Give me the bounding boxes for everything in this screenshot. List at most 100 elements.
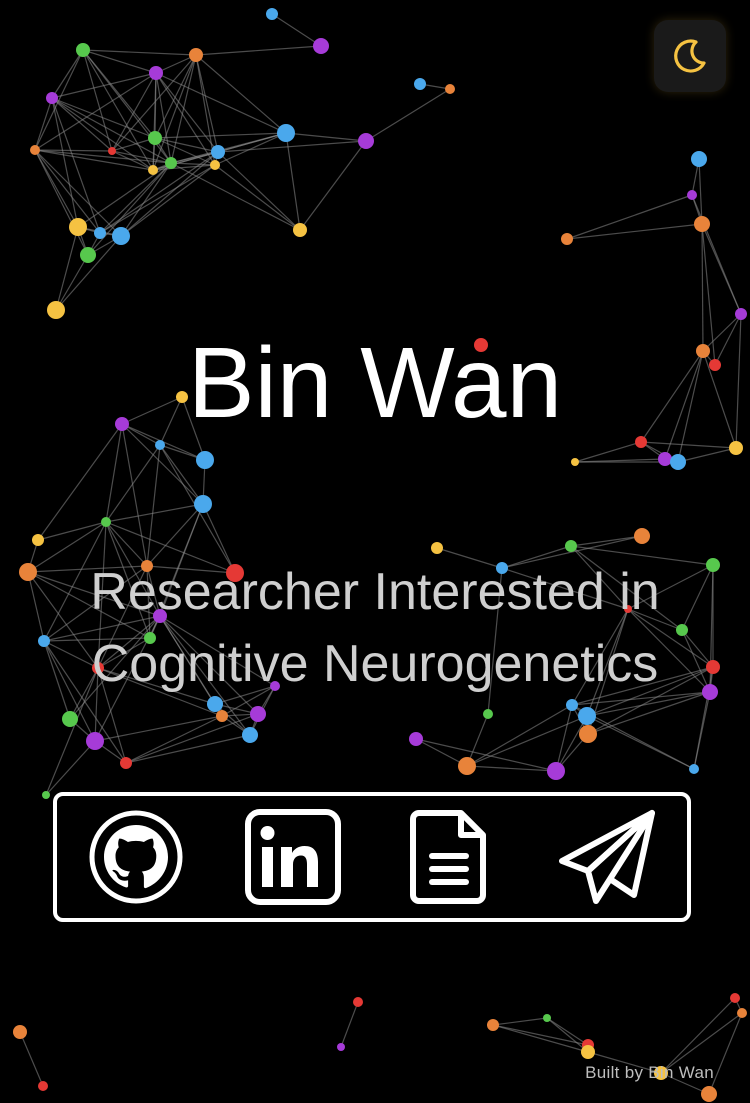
network-node [80,247,96,263]
network-node [86,732,104,750]
network-node [196,451,214,469]
network-edge [415,738,557,772]
network-node [216,710,228,722]
network-edge [195,45,322,56]
network-edge [51,97,156,139]
network-node [571,458,579,466]
page-title: Bin Wan [187,327,563,439]
github-icon [89,810,183,904]
network-node [189,48,203,62]
network-node [165,157,177,169]
document-icon [409,810,486,904]
network-edge [299,140,367,231]
network-edge [271,13,322,47]
network-edge [492,1024,589,1053]
network-edge [214,164,301,231]
network-node [148,165,158,175]
network-node [46,92,58,104]
network-node [13,1025,27,1039]
network-node [701,1086,717,1102]
network-edge [492,1017,548,1026]
network-node [414,78,426,90]
network-edge [51,97,101,234]
network-node [687,190,697,200]
neural-network-background [13,8,747,1102]
contact-link[interactable] [558,807,658,907]
network-node [30,145,40,155]
network-edge [94,715,223,742]
network-node [69,218,87,236]
network-edge [51,97,154,171]
network-edge [55,254,89,311]
network-node [32,534,44,546]
network-edge [285,132,367,142]
network-node [409,732,423,746]
theme-toggle-button[interactable] [654,20,726,92]
network-edge [34,149,101,234]
network-node [120,757,132,769]
network-node [19,563,37,581]
network-edge [99,164,216,234]
linkedin-link[interactable] [243,807,343,907]
network-edge [125,715,223,764]
cv-document-link[interactable] [401,807,501,907]
network-edge [195,54,287,134]
footer-credit: Built by Bin Wan [585,1063,714,1082]
network-node [293,223,307,237]
network-edge [125,734,251,764]
moon-icon [674,39,706,73]
network-node [694,216,710,232]
network-node [277,124,295,142]
network-edge [701,223,742,315]
network-edge [82,49,197,56]
network-edge [105,444,161,523]
network-edge [170,162,216,166]
network-node [689,764,699,774]
network-node [266,8,278,20]
network-edge [365,88,451,142]
network-edge [546,1017,589,1053]
github-link[interactable] [86,807,186,907]
network-edge [45,740,96,796]
network-edge [660,997,736,1074]
network-node [735,308,747,320]
network-edge [154,132,287,139]
network-edge [217,151,301,231]
network-edge [217,140,367,153]
network-edge [640,441,737,449]
network-edge [693,691,711,770]
network-edge [466,715,588,767]
network-node [547,762,565,780]
network-node [211,145,225,159]
network-node [579,725,597,743]
paper-plane-icon [559,810,656,904]
network-edge [87,162,172,256]
network-node [358,133,374,149]
network-node [730,993,740,1003]
network-node [149,66,163,80]
network-node [561,233,573,245]
network-node [148,131,162,145]
network-node [38,1081,48,1091]
network-edge [105,423,123,523]
network-edge [34,97,53,151]
network-node [578,707,596,725]
network-node [337,1043,345,1051]
network-edge [285,132,301,231]
network-node [566,699,578,711]
network-node [670,454,686,470]
network-node [210,160,220,170]
network-edge [146,444,161,567]
network-edge [82,49,113,152]
social-links-bar [53,792,691,922]
network-node [353,997,363,1007]
network-edge [170,162,301,231]
network-node [313,38,329,54]
network-edge [466,704,573,767]
network-edge [34,149,89,256]
network-node [487,1019,499,1031]
network-node [581,1045,595,1059]
network-edge [19,1031,44,1087]
network-node [445,84,455,94]
network-node [483,709,493,719]
